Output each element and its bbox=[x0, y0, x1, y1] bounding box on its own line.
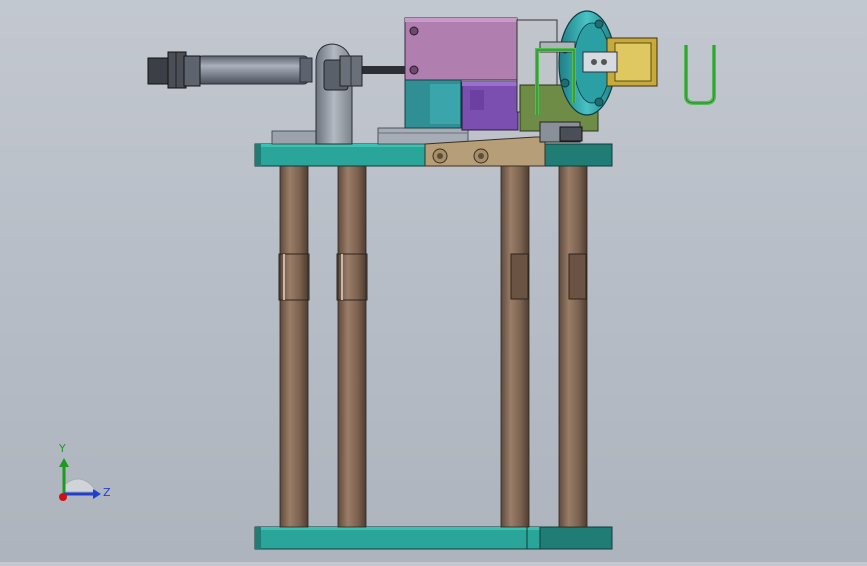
air-cylinder bbox=[147, 51, 406, 89]
support-columns bbox=[278, 164, 588, 528]
sensor-block bbox=[539, 121, 583, 143]
column bbox=[558, 164, 588, 528]
purple-block bbox=[461, 81, 519, 131]
base-plate bbox=[254, 526, 613, 550]
wire-u-shape bbox=[684, 45, 716, 105]
teal-block bbox=[404, 79, 462, 129]
model-graphics bbox=[59, 10, 716, 550]
column bbox=[500, 164, 530, 528]
z-axis-label: Z bbox=[103, 486, 111, 499]
cad-viewport[interactable]: Y Z bbox=[0, 0, 867, 562]
y-axis-label: Y bbox=[59, 442, 66, 455]
column bbox=[336, 164, 368, 528]
coordinate-triad bbox=[59, 458, 101, 501]
column bbox=[278, 164, 310, 528]
guide-rail bbox=[271, 127, 469, 145]
cylinder-bracket bbox=[315, 43, 363, 145]
pink-slide-block bbox=[404, 17, 518, 81]
x-axis-dot bbox=[59, 493, 67, 501]
